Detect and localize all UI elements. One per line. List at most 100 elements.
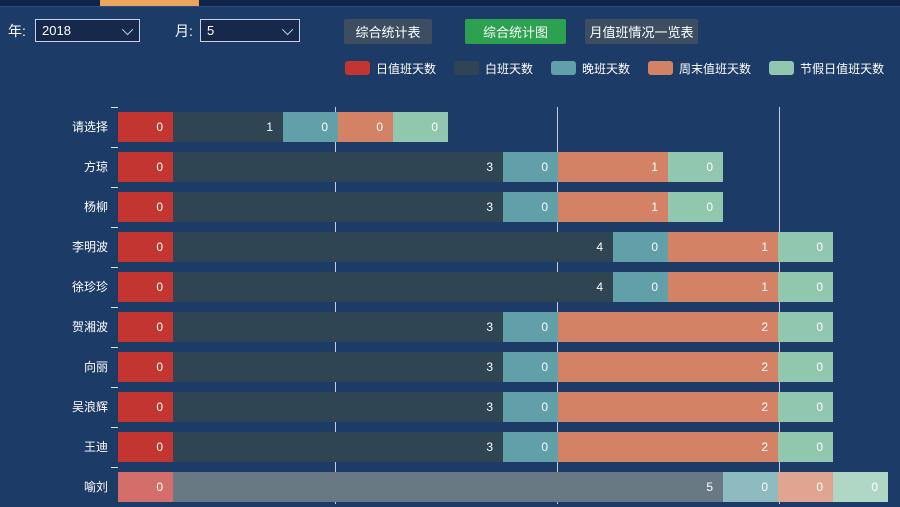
bar-segment[interactable]: 0 [283,112,338,142]
segment-value-label: 0 [761,480,768,494]
bar-segment[interactable]: 0 [503,392,558,422]
bar-row: 0 3 0 2 0 [118,392,833,422]
bar-segment[interactable]: 0 [118,152,173,182]
bar-segment[interactable]: 3 [173,352,503,382]
bar-segment[interactable]: 0 [503,352,558,382]
bar-segment[interactable]: 2 [558,432,778,462]
category-label: 杨柳 [0,187,108,227]
bar-segment[interactable]: 0 [833,472,888,502]
bar-segment[interactable]: 5 [173,472,723,502]
y-axis-tick [111,427,118,428]
bar-segment[interactable]: 0 [118,392,173,422]
bar-segment[interactable]: 3 [173,152,503,182]
bar-segment[interactable]: 0 [668,152,723,182]
category-label: 方琼 [0,147,108,187]
segment-value-label: 0 [541,360,548,374]
bar-segment[interactable]: 0 [118,472,173,502]
bar-segment[interactable]: 0 [778,392,833,422]
segment-value-label: 2 [761,360,768,374]
bar-segment[interactable]: 0 [118,272,173,302]
bar-segment[interactable]: 1 [558,152,668,182]
bar-segment[interactable]: 0 [778,352,833,382]
bar-segment[interactable]: 0 [118,232,173,262]
segment-value-label: 0 [816,360,823,374]
bar-segment[interactable]: 2 [558,312,778,342]
bar-segment[interactable]: 1 [558,192,668,222]
bar-segment[interactable]: 1 [668,232,778,262]
segment-value-label: 0 [156,280,163,294]
category-label: 贺湘波 [0,307,108,347]
bar-segment[interactable]: 0 [503,312,558,342]
segment-value-label: 0 [431,120,438,134]
segment-value-label: 3 [486,320,493,334]
segment-value-label: 0 [816,400,823,414]
segment-value-label: 4 [596,280,603,294]
y-axis-tick [111,347,118,348]
bar-segment[interactable]: 0 [118,352,173,382]
bar-segment[interactable]: 0 [613,232,668,262]
bar-segment[interactable]: 0 [118,112,173,142]
y-axis-tick [111,227,118,228]
bar-segment[interactable]: 0 [503,432,558,462]
category-label: 徐珍珍 [0,267,108,307]
bar-segment[interactable]: 0 [668,192,723,222]
category-label: 李明波 [0,227,108,267]
bar-segment[interactable]: 0 [118,192,173,222]
bar-segment[interactable]: 0 [613,272,668,302]
y-axis-tick [111,467,118,468]
bar-segment[interactable]: 0 [723,472,778,502]
bar-segment[interactable]: 0 [393,112,448,142]
segment-value-label: 0 [816,320,823,334]
segment-value-label: 0 [706,200,713,214]
y-axis-tick [111,267,118,268]
bar-segment[interactable]: 3 [173,312,503,342]
bar-segment[interactable]: 0 [118,432,173,462]
category-label: 向丽 [0,347,108,387]
segment-value-label: 5 [706,480,713,494]
bar-segment[interactable]: 0 [338,112,393,142]
segment-value-label: 3 [486,400,493,414]
bar-segment[interactable]: 1 [173,112,283,142]
bar-segment[interactable]: 3 [173,192,503,222]
bar-segment[interactable]: 0 [118,312,173,342]
segment-value-label: 0 [816,280,823,294]
bar-segment[interactable]: 3 [173,392,503,422]
bar-segment[interactable]: 0 [778,312,833,342]
segment-value-label: 1 [266,120,273,134]
bar-segment[interactable]: 4 [173,272,613,302]
bar-segment[interactable]: 0 [503,152,558,182]
segment-value-label: 0 [156,480,163,494]
bar-segment[interactable]: 3 [173,432,503,462]
segment-value-label: 0 [321,120,328,134]
bar-row: 04010 [118,232,833,262]
bar-segment[interactable]: 2 [558,352,778,382]
bar-row: 03020 [118,312,833,342]
segment-value-label: 0 [156,360,163,374]
bar-segment[interactable]: 0 [778,232,833,262]
segment-value-label: 2 [761,320,768,334]
bar-segment[interactable]: 2 [558,392,778,422]
segment-value-label: 0 [541,400,548,414]
segment-value-label: 3 [486,200,493,214]
bar-segment[interactable]: 0 [778,272,833,302]
bar-segment[interactable]: 4 [173,232,613,262]
segment-value-label: 0 [376,120,383,134]
segment-value-label: 0 [651,280,658,294]
segment-value-label: 0 [816,480,823,494]
bar-segment[interactable]: 0 [503,192,558,222]
segment-value-label: 0 [156,440,163,454]
category-label: 吴浪辉 [0,387,108,427]
y-axis-tick [111,307,118,308]
y-axis-tick [111,147,118,148]
bar-segment[interactable]: 0 [778,472,833,502]
segment-value-label: 0 [156,200,163,214]
bar-segment[interactable]: 1 [668,272,778,302]
bar-segment[interactable]: 0 [778,432,833,462]
bar-row: 03020 [118,352,833,382]
duty-stats-stacked-bar-chart: 请选择01000方琼03010杨柳03010李明波04010徐珍珍04010贺湘… [0,0,900,504]
segment-value-label: 2 [761,400,768,414]
segment-value-label: 1 [651,160,658,174]
segment-value-label: 0 [541,200,548,214]
segment-value-label: 0 [816,440,823,454]
segment-value-label: 0 [156,400,163,414]
